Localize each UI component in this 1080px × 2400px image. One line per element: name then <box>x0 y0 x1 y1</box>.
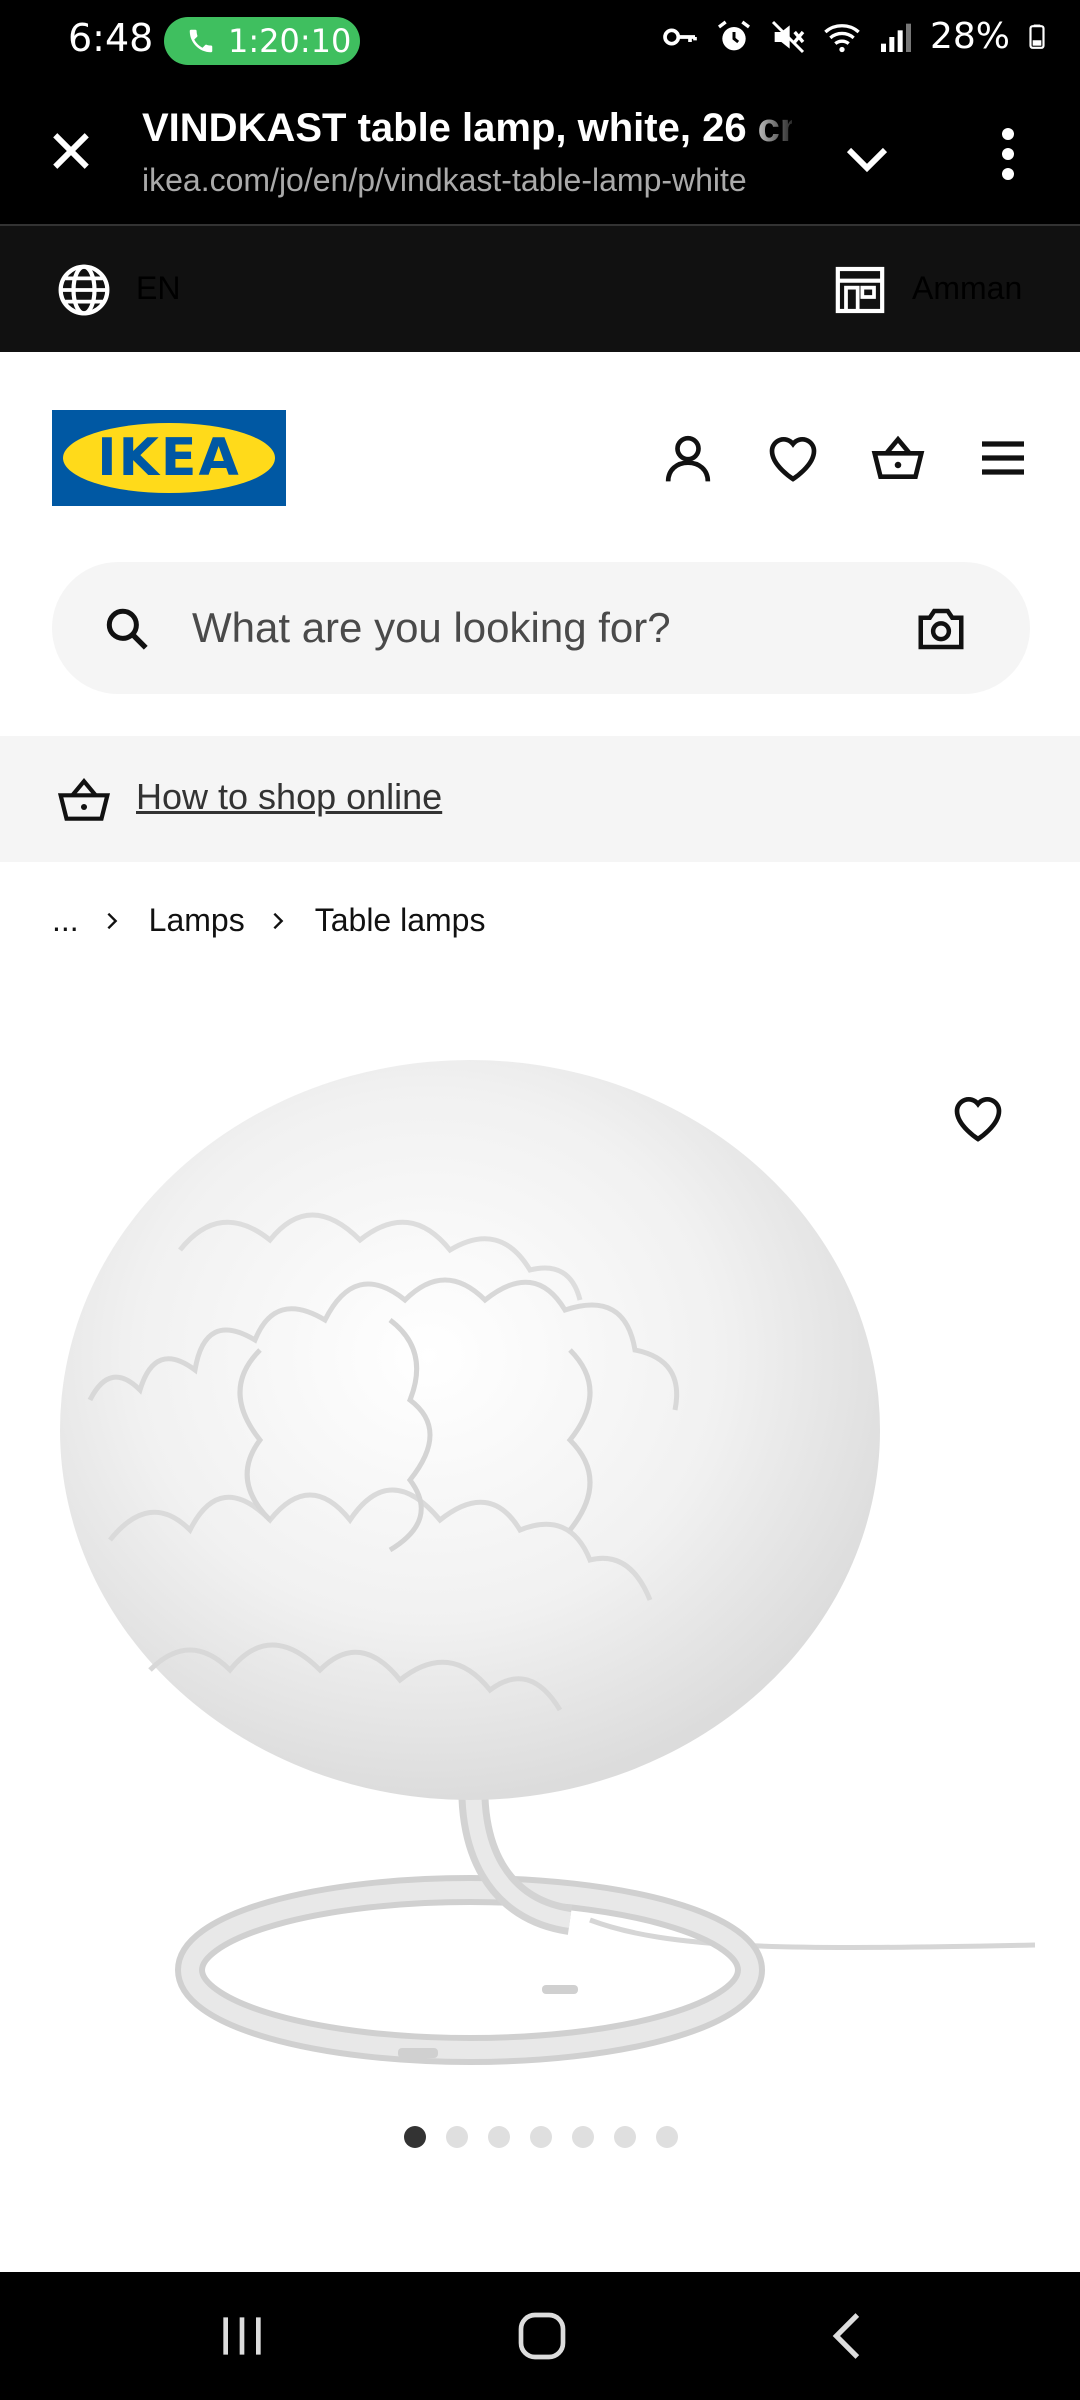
battery-percent: 28% <box>929 16 1010 57</box>
alarm-icon <box>717 20 750 50</box>
status-icons: 28% <box>660 16 1050 57</box>
breadcrumb-item-table-lamps[interactable]: Table lamps <box>315 902 486 939</box>
logo-oval: IKEA <box>63 423 275 493</box>
image-carousel-dots <box>404 2126 678 2148</box>
close-icon[interactable] <box>44 124 98 178</box>
search-bar <box>52 562 1030 694</box>
home-icon[interactable] <box>514 2308 570 2364</box>
favourites-icon[interactable] <box>765 430 821 486</box>
account-icon[interactable] <box>660 430 716 486</box>
camera-search-icon[interactable] <box>914 602 968 656</box>
battery-icon <box>1029 24 1045 49</box>
page-title: VINDKAST table lamp, white, 26 cm <box>142 106 792 150</box>
more-options-icon[interactable] <box>986 124 1030 184</box>
cart-icon[interactable] <box>870 430 926 486</box>
carousel-dot[interactable] <box>530 2126 552 2148</box>
search-icon[interactable] <box>102 604 152 654</box>
title-fade <box>742 100 802 210</box>
search-input[interactable] <box>192 592 912 664</box>
chevron-right-icon <box>107 912 118 929</box>
logo-text: IKEA <box>97 428 241 488</box>
ongoing-call-chip[interactable]: 1:20:10 <box>164 17 360 65</box>
breadcrumb: ... Lamps Table lamps <box>52 902 485 939</box>
breadcrumb-item-lamps[interactable]: Lamps <box>149 902 245 939</box>
chevron-down-icon[interactable] <box>840 132 894 186</box>
add-to-favourites-icon[interactable] <box>950 1090 1006 1146</box>
store-selector[interactable]: Amman <box>912 270 1022 307</box>
how-to-shop-link[interactable]: How to shop online <box>136 776 442 818</box>
chevron-right-icon <box>273 912 284 929</box>
mute-icon <box>771 20 805 53</box>
carousel-dot[interactable] <box>614 2126 636 2148</box>
how-to-shop-banner: How to shop online <box>0 736 1080 862</box>
store-icon[interactable] <box>832 262 888 318</box>
carousel-dot[interactable] <box>572 2126 594 2148</box>
wifi-icon <box>824 23 860 52</box>
carousel-dot[interactable] <box>488 2126 510 2148</box>
carousel-dot[interactable] <box>404 2126 426 2148</box>
carousel-dot[interactable] <box>446 2126 468 2148</box>
lamp-shade <box>60 1060 880 1800</box>
signal-icon <box>880 23 911 52</box>
status-bar: 6:48 1:20:10 28% <box>0 0 1080 80</box>
language-selector[interactable]: EN <box>136 270 180 307</box>
back-icon[interactable] <box>820 2308 876 2364</box>
carousel-dot[interactable] <box>656 2126 678 2148</box>
page-url[interactable]: ikea.com/jo/en/p/vindkast-table-lamp-whi… <box>142 162 792 199</box>
menu-icon[interactable] <box>975 430 1031 486</box>
status-time: 6:48 <box>68 16 154 60</box>
product-image[interactable] <box>30 1020 1040 2090</box>
ikea-logo[interactable]: IKEA <box>52 410 286 506</box>
system-navigation-bar <box>0 2272 1080 2400</box>
breadcrumb-ellipsis[interactable]: ... <box>52 902 79 939</box>
phone-icon <box>189 29 213 53</box>
key-icon <box>663 28 697 45</box>
basket-icon <box>57 778 111 821</box>
call-duration: 1:20:10 <box>228 22 352 60</box>
browser-tab-bar: VINDKAST table lamp, white, 26 cm ikea.c… <box>0 80 1080 226</box>
recents-icon[interactable] <box>214 2308 270 2364</box>
globe-icon[interactable] <box>56 262 112 318</box>
